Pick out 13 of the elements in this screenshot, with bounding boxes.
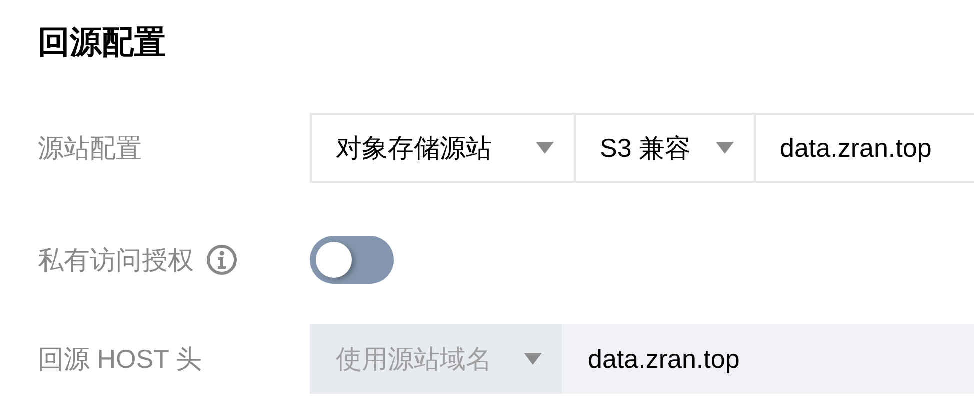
host-input[interactable]: data.zran.top <box>562 324 974 394</box>
dropdown[interactable]: 对象存储源站 <box>310 113 576 183</box>
section-title: 回源配置 <box>38 23 166 62</box>
domain-input[interactable]: data.zran.top <box>754 113 974 183</box>
field-label: 回源 HOST 头 <box>38 342 202 376</box>
dropdown[interactable]: S3 兼容 <box>574 113 756 183</box>
caret-icon <box>524 353 542 365</box>
caret-icon <box>536 142 554 154</box>
field-label: 源站配置 <box>38 132 142 164</box>
info-icon[interactable] <box>206 244 238 276</box>
caret-icon <box>716 142 734 154</box>
toggle-switch[interactable] <box>310 236 394 284</box>
field-label: 私有访问授权 <box>38 244 194 276</box>
